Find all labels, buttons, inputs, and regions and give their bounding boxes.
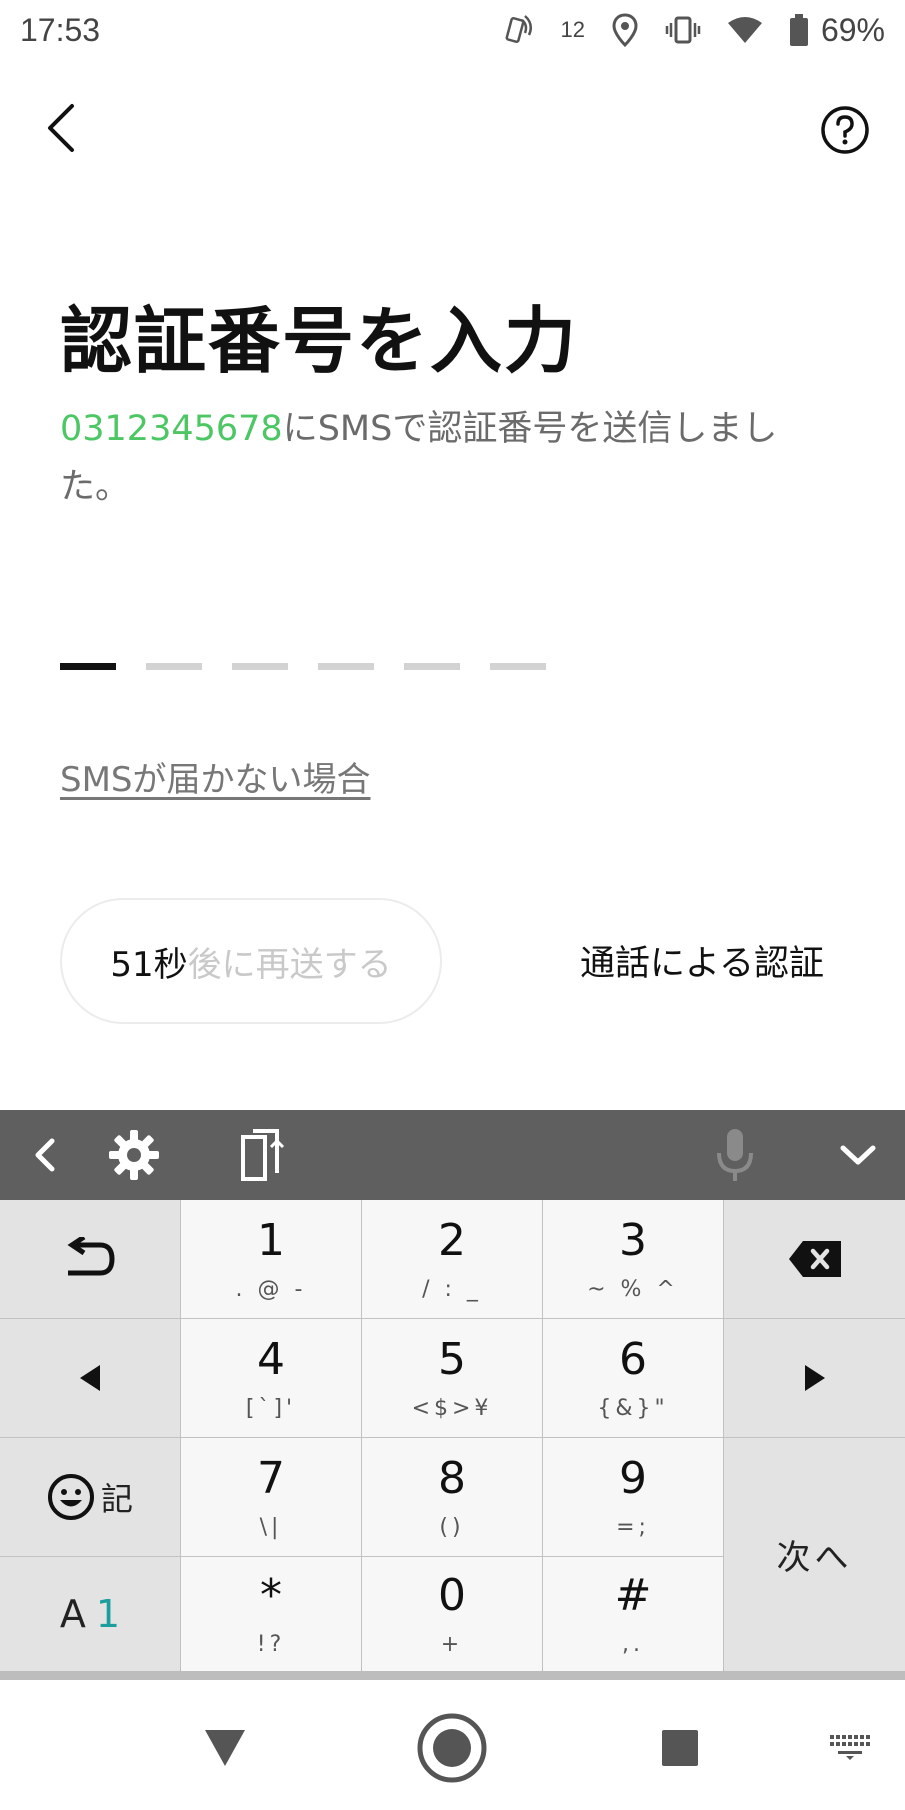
call-verification-button[interactable]: 通話による認証 [580, 935, 824, 986]
input-mode-key[interactable]: A1 [0, 1557, 180, 1671]
resend-countdown: 51秒 [110, 944, 188, 985]
mic-icon [717, 1129, 753, 1181]
cursor-right-key[interactable] [724, 1319, 905, 1437]
next-key[interactable]: 次へ [724, 1438, 905, 1671]
chevron-left-icon [35, 1138, 55, 1172]
sms-not-received-link[interactable]: SMSが届かない場合 [60, 752, 371, 801]
wifi-icon [727, 15, 763, 45]
key-0[interactable]: 0 + [362, 1557, 542, 1671]
code-digit-slot[interactable] [490, 663, 546, 670]
notification-count: 12 [560, 17, 585, 42]
triangle-left-icon [80, 1365, 100, 1391]
status-time: 17:53 [20, 12, 101, 48]
keyboard-keys: 1. @ - 2/ : _ 3 ~ % ^ 4 [`]' 5 <$>¥ 6 {&}" 記… [0, 1200, 905, 1671]
next-key-label: 次へ [776, 1538, 853, 1578]
vibrate-icon [665, 15, 701, 45]
keyboard-switch-icon [830, 1734, 870, 1760]
help-button[interactable] [820, 105, 870, 155]
key-8[interactable]: 8() [362, 1438, 542, 1556]
key-5[interactable]: 5 <$>¥ [362, 1319, 542, 1437]
code-digit-slot[interactable] [232, 663, 288, 670]
verification-code-input[interactable] [60, 663, 546, 670]
emoji-key-label: 記 [100, 1480, 133, 1518]
keyboard-switch-button[interactable] [825, 1685, 875, 1810]
nav-recents-button[interactable] [650, 1685, 710, 1810]
keyboard-close-button[interactable] [833, 1110, 883, 1200]
location-icon [611, 13, 639, 47]
key-star[interactable]: *!? [181, 1557, 361, 1671]
phone-number: 0312345678 [60, 409, 283, 449]
system-nav-bar [0, 1685, 905, 1810]
nav-home-button[interactable] [412, 1685, 492, 1810]
key-3[interactable]: 3 ~ % ^ [543, 1200, 723, 1318]
gear-icon [109, 1130, 159, 1180]
nfc-tap-icon [500, 13, 534, 47]
keyboard-settings-button[interactable] [104, 1110, 164, 1200]
code-digit-slot[interactable] [318, 663, 374, 670]
code-digit-slot[interactable] [404, 663, 460, 670]
key-6[interactable]: 6 {&}" [543, 1319, 723, 1437]
software-keyboard: 1. @ - 2/ : _ 3 ~ % ^ 4 [`]' 5 <$>¥ 6 {&}" 記… [0, 1110, 905, 1680]
key-hash[interactable]: #,. [543, 1557, 723, 1671]
nav-recents-icon [662, 1729, 698, 1766]
help-circle-icon [821, 106, 869, 154]
nav-home-icon [417, 1713, 487, 1782]
code-digit-slot[interactable] [60, 663, 116, 670]
status-bar: 17:53 12 69% [0, 0, 905, 62]
key-2[interactable]: 2/ : _ [362, 1200, 542, 1318]
keyboard-back-button[interactable] [20, 1110, 70, 1200]
battery-percent: 69% [820, 11, 885, 48]
keyboard-clipboard-button[interactable] [230, 1110, 290, 1200]
emoji-symbol-key[interactable]: 記 [0, 1438, 180, 1556]
resend-button[interactable]: 51秒 後に再送する [60, 898, 442, 1024]
chevron-down-icon [840, 1145, 876, 1165]
battery-icon [789, 13, 809, 47]
backspace-icon [788, 1241, 841, 1277]
nav-back-triangle-icon [205, 1729, 245, 1766]
key-9[interactable]: 9 =; [543, 1438, 723, 1556]
clipboard-icon [241, 1129, 285, 1181]
status-icons: 12 69% [500, 10, 885, 50]
undo-icon [67, 1237, 115, 1276]
nav-back-button[interactable] [195, 1685, 255, 1810]
key-7[interactable]: 7 \| [181, 1438, 361, 1556]
page-title: 認証番号を入力 [60, 299, 579, 383]
verification-description: 0312345678にSMSで認証番号を送信しました。 [60, 400, 820, 516]
smiley-icon [47, 1474, 94, 1520]
mode-letter: A [59, 1592, 86, 1636]
chevron-left-icon [48, 104, 74, 152]
keyboard-toolbar [0, 1110, 905, 1200]
resend-label: 後に再送する [187, 944, 392, 985]
code-digit-slot[interactable] [146, 663, 202, 670]
back-button[interactable] [40, 98, 84, 158]
undo-key[interactable] [0, 1200, 180, 1318]
mode-digit: 1 [95, 1592, 121, 1636]
key-4[interactable]: 4 [`]' [181, 1319, 361, 1437]
backspace-key[interactable] [724, 1200, 905, 1318]
cursor-left-key[interactable] [0, 1319, 180, 1437]
key-1[interactable]: 1. @ - [181, 1200, 361, 1318]
triangle-right-icon [804, 1365, 825, 1391]
keyboard-voice-button[interactable] [705, 1110, 765, 1200]
